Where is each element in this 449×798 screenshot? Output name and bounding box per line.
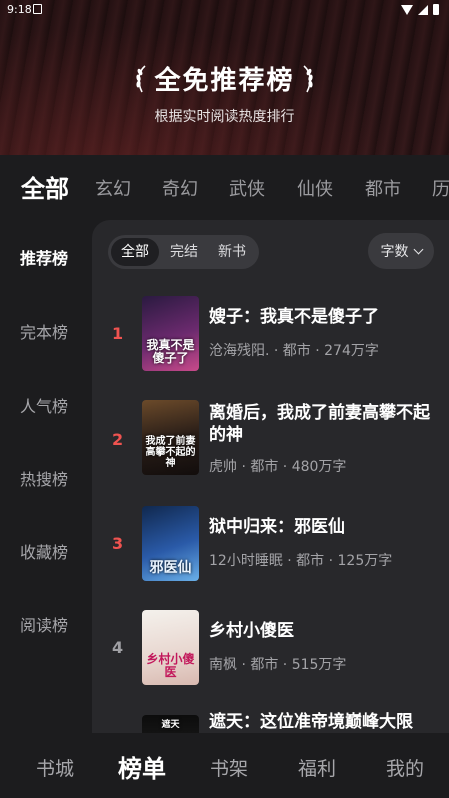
wifi-icon [401,4,413,15]
book-item[interactable]: 3 邪医仙 狱中归来：邪医仙 12小时睡眠 · 都市 · 125万字 [92,506,449,586]
laurel-left-icon [134,64,148,94]
nav-bookstore[interactable]: 书城 [36,754,74,781]
ranking-panel: 全部 完结 新书 字数 1 我真不是傻子了 嫂子：我真不是傻子了 沧海残阳. ·… [92,220,449,740]
bottom-nav: 书城 榜单 书架 福利 我的 [0,733,449,798]
laurel-right-icon [301,64,315,94]
book-title: 遮天：这位准帝境巅峰大限 [209,712,413,732]
book-cover: 我成了前妻高攀不起的神 [142,400,199,475]
filter-new[interactable]: 新书 [209,238,255,266]
sidebar-item-completed[interactable]: 完本榜 [20,319,68,343]
tab-xianxia[interactable]: 仙侠 [297,175,333,201]
cover-title: 邪医仙 [149,560,192,576]
nav-welfare[interactable]: 福利 [298,754,336,781]
ranking-sidebar: 推荐榜 完本榜 人气榜 热搜榜 收藏榜 阅读榜 [0,220,92,732]
book-item[interactable]: 1 我真不是傻子了 嫂子：我真不是傻子了 沧海残阳. · 都市 · 274万字 [92,296,449,376]
sidebar-item-reads[interactable]: 阅读榜 [20,612,68,636]
sidebar-item-hot-search[interactable]: 热搜榜 [20,466,68,490]
battery-icon [433,4,439,15]
book-rank: 4 [112,638,124,657]
book-rank: 1 [112,324,124,343]
book-title: 乡村小傻医 [209,621,294,641]
sidebar-item-recommend[interactable]: 推荐榜 [20,245,68,269]
cover-title: 乡村小傻医 [146,652,195,679]
cover-title: 我成了前妻高攀不起的神 [145,436,196,469]
status-icons [401,4,439,15]
book-title: 嫂子：我真不是傻子了 [209,307,379,327]
status-bar: 9:18 [0,0,449,20]
status-time: 9:18 [7,3,32,16]
book-rank: 3 [112,534,124,553]
book-rank: 2 [112,430,124,449]
filter-all[interactable]: 全部 [111,238,159,266]
tab-xuanhuan[interactable]: 玄幻 [95,175,131,201]
tab-lishi[interactable]: 历 [432,175,449,201]
nav-bookshelf[interactable]: 书架 [210,754,248,781]
tab-all[interactable]: 全部 [21,169,69,204]
tab-qihuan[interactable]: 奇幻 [162,175,198,201]
book-cover: 我真不是傻子了 [142,296,199,371]
cover-title: 遮天 [161,720,180,730]
book-item[interactable]: 2 我成了前妻高攀不起的神 离婚后，我成了前妻高攀不起的神 虎帅 · 都市 · … [92,400,449,480]
tab-wuxia[interactable]: 武侠 [229,175,265,201]
book-title: 狱中归来：邪医仙 [209,517,345,537]
sort-label: 字数 [380,244,409,260]
signal-icon [418,4,428,15]
book-item[interactable]: 4 乡村小傻医 乡村小傻医 南枫 · 都市 · 515万字 [92,610,449,690]
filter-completed[interactable]: 完结 [161,238,207,266]
banner-title: 全免推荐榜 [154,66,295,96]
book-cover: 乡村小傻医 [142,610,199,685]
book-cover: 邪医仙 [142,506,199,581]
cover-title: 我真不是傻子了 [146,338,195,365]
book-title: 离婚后，我成了前妻高攀不起的神 [209,403,430,445]
category-tabs: 全部 玄幻 奇幻 武侠 仙侠 都市 历 [0,155,449,220]
ranking-banner: 全免推荐榜 根据实时阅读热度排行 [0,0,449,155]
book-meta: 虎帅 · 都市 · 480万字 [209,459,347,475]
tab-dushi[interactable]: 都市 [365,175,401,201]
nav-profile[interactable]: 我的 [386,754,424,781]
sort-dropdown[interactable]: 字数 [368,233,434,269]
sidebar-item-popular[interactable]: 人气榜 [20,393,68,417]
banner-subtitle: 根据实时阅读热度排行 [154,109,295,125]
notification-icon [33,4,42,14]
book-meta: 沧海残阳. · 都市 · 274万字 [209,343,379,359]
book-meta: 12小时睡眠 · 都市 · 125万字 [209,553,393,569]
chevron-down-icon [413,244,423,254]
banner-title-row: 全免推荐榜 [0,60,449,97]
book-meta: 南枫 · 都市 · 515万字 [209,657,347,673]
nav-rankings[interactable]: 榜单 [118,749,166,784]
filter-group: 全部 完结 新书 [108,235,259,269]
sidebar-item-favorites[interactable]: 收藏榜 [20,539,68,563]
